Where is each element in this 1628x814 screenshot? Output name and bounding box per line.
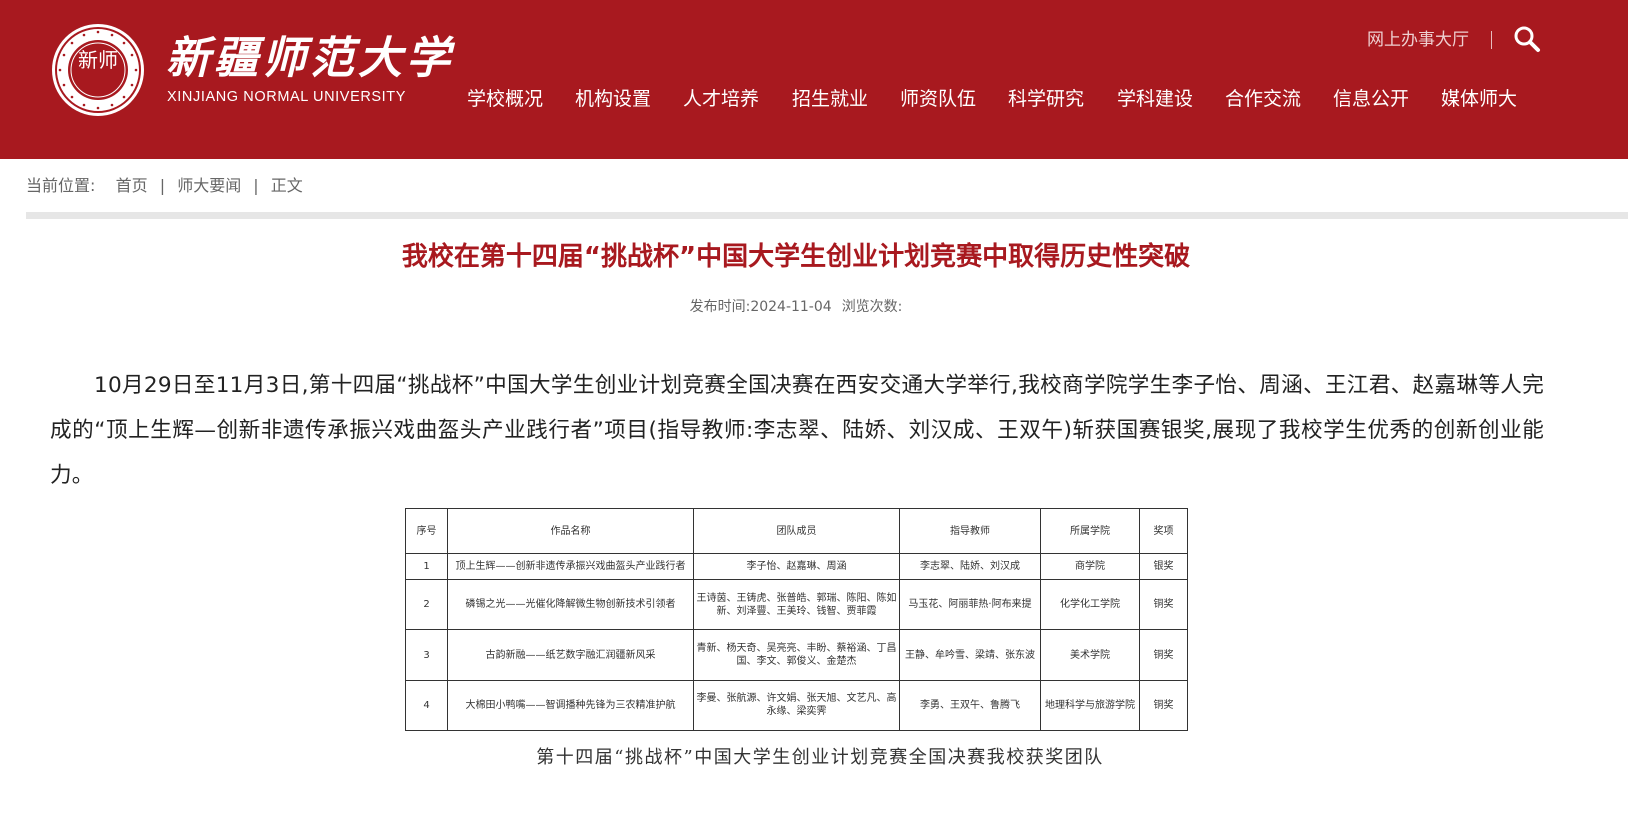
table-cell: 李志翠、陆娇、刘汉成: [899, 552, 1041, 581]
table-cell: 青新、杨天奇、吴亮亮、丰盼、蔡裕涵、丁昌国、李文、郭俊义、金楚杰: [693, 629, 900, 681]
table-header-cell: 作品名称: [447, 508, 694, 554]
breadcrumb-current: 正文: [270, 176, 303, 195]
online-service-hall-link[interactable]: 网上办事大厅: [1367, 29, 1469, 51]
table-row: 4 大棉田小鸭嘴——智调播种先锋为三农精准护航 李曼、张航源、许文娟、张天旭、文…: [405, 679, 1188, 732]
nav-item-school-overview[interactable]: 学校概况: [467, 86, 543, 112]
table-cell: 2: [405, 579, 448, 631]
table-cell: 地理科学与旅游学院: [1040, 679, 1140, 732]
table-header-row: 序号 作品名称 团队成员 指导教师 所属学院 奖项: [405, 508, 1188, 554]
nav-item-discipline[interactable]: 学科建设: [1117, 86, 1193, 112]
nav-item-media[interactable]: 媒体师大: [1441, 86, 1517, 112]
nav-item-info-disclosure[interactable]: 信息公开: [1333, 86, 1409, 112]
table-cell: 铜奖: [1139, 679, 1188, 732]
image-caption: 第十四届“挑战杯”中国大学生创业计划竞赛全国决赛我校获奖团队: [536, 747, 1104, 768]
table-cell: 李曼、张航源、许文娟、张天旭、文艺凡、高永缘、梁奕霁: [693, 679, 900, 732]
table-cell: 古韵新融——纸艺数字融汇润疆新风采: [447, 629, 694, 681]
table-cell: 化学化工学院: [1040, 579, 1140, 631]
table-cell: 李勇、王双午、鲁腾飞: [899, 679, 1041, 732]
table-header-cell: 指导教师: [899, 508, 1041, 554]
breadcrumb-separator: |: [159, 176, 166, 195]
table-row: 3 古韵新融——纸艺数字融汇润疆新风采 青新、杨天奇、吴亮亮、丰盼、蔡裕涵、丁昌…: [405, 629, 1188, 681]
table-cell: 李子怡、赵嘉琳、周涵: [693, 552, 900, 581]
search-icon[interactable]: [1513, 25, 1541, 53]
article-title: 我校在第十四届“挑战杯”中国大学生创业计划竞赛中取得历史性突破: [401, 242, 1191, 272]
table-cell: 商学院: [1040, 552, 1140, 581]
header-divider: [1491, 31, 1492, 49]
emblem-seal-text: 新师: [78, 48, 118, 72]
table-cell: 银奖: [1139, 552, 1188, 581]
table-cell: 铜奖: [1139, 579, 1188, 631]
table-cell: 顶上生辉——创新非遗传承振兴戏曲盔头产业践行者: [447, 552, 694, 581]
nav-item-cooperation[interactable]: 合作交流: [1225, 86, 1301, 112]
breadcrumb: 当前位置: 首页 | 师大要闻 | 正文: [26, 175, 303, 197]
nav-item-faculty[interactable]: 师资队伍: [900, 86, 976, 112]
table-cell: 4: [405, 679, 448, 732]
table-row: 1 顶上生辉——创新非遗传承振兴戏曲盔头产业践行者 李子怡、赵嘉琳、周涵 李志翠…: [405, 552, 1188, 581]
breadcrumb-label: 当前位置:: [26, 176, 96, 195]
award-table-image: 序号 作品名称 团队成员 指导教师 所属学院 奖项 1 顶上生辉——创新非遗传承…: [405, 508, 1188, 732]
table-cell: 王诗茵、王铸虎、张普皓、郭瑞、陈阳、陈如新、刘泽豐、王美玲、钱智、贾菲霞: [693, 579, 900, 631]
article-meta: 发布时间:2024-11-04 浏览次数:: [0, 297, 1592, 317]
table-header-cell: 团队成员: [693, 508, 900, 554]
main-nav: 学校概况 机构设置 人才培养 招生就业 师资队伍 科学研究 学科建设 合作交流 …: [0, 86, 1628, 112]
table-header-cell: 奖项: [1139, 508, 1188, 554]
breadcrumb-home[interactable]: 首页: [116, 176, 148, 195]
breadcrumb-separator: |: [253, 176, 259, 195]
table-header-cell: 所属学院: [1040, 508, 1140, 554]
table-cell: 3: [405, 629, 448, 681]
site-header: 新师 新疆师范大学 XINJIANG NORMAL UNIVERSITY 网上办…: [0, 0, 1628, 159]
table-cell: 大棉田小鸭嘴——智调播种先锋为三农精准护航: [447, 679, 694, 732]
table-cell: 美术学院: [1040, 629, 1140, 681]
nav-item-admission-employment[interactable]: 招生就业: [792, 86, 868, 112]
nav-item-organization[interactable]: 机构设置: [575, 86, 651, 112]
publish-label: 发布时间:: [689, 299, 751, 315]
views-label: 浏览次数:: [841, 299, 903, 315]
table-header-cell: 序号: [405, 508, 448, 554]
nav-item-talent-cultivation[interactable]: 人才培养: [683, 86, 759, 112]
article-paragraph: 10月29日至11月3日,第十四届“挑战杯”中国大学生创业计划竞赛全国决赛在西安…: [50, 373, 1544, 488]
table-cell: 马玉花、阿丽菲热·阿布来提: [899, 579, 1041, 631]
content-divider: [26, 212, 1628, 219]
table-cell: 1: [405, 552, 448, 581]
table-cell: 王静、牟吟雪、梁靖、张东波: [899, 629, 1041, 681]
table-row: 2 磷锡之光——光催化降解微生物创新技术引领者 王诗茵、王铸虎、张普皓、郭瑞、陈…: [405, 579, 1188, 631]
breadcrumb-news[interactable]: 师大要闻: [177, 176, 241, 195]
table-cell: 磷锡之光——光催化降解微生物创新技术引领者: [447, 579, 694, 631]
nav-item-research[interactable]: 科学研究: [1008, 86, 1084, 112]
publish-date: 2024-11-04: [750, 299, 832, 315]
university-name-cn[interactable]: 新疆师范大学: [166, 34, 454, 84]
table-cell: 铜奖: [1139, 629, 1188, 681]
award-table: 序号 作品名称 团队成员 指导教师 所属学院 奖项 1 顶上生辉——创新非遗传承…: [405, 508, 1188, 732]
